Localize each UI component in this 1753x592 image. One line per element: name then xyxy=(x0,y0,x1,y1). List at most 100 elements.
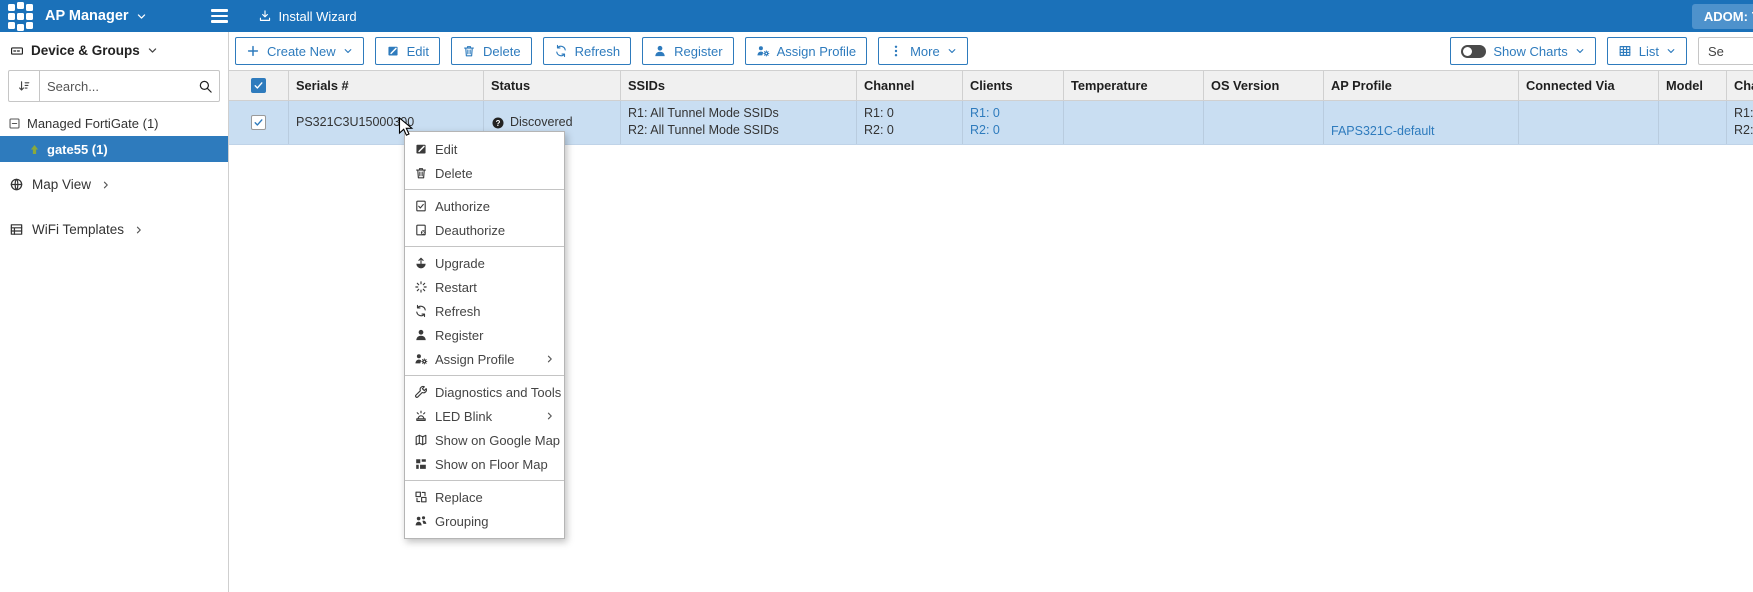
ap-profile-link[interactable]: FAPS321C-default xyxy=(1331,123,1435,140)
column-header-channel[interactable]: Channel xyxy=(857,71,963,100)
context-menu-item-edit[interactable]: Edit xyxy=(405,137,564,161)
fortinet-logo-icon xyxy=(8,4,33,29)
search-input[interactable] xyxy=(40,79,191,94)
column-header-ap-profile[interactable]: AP Profile xyxy=(1324,71,1519,100)
register-button[interactable]: Register xyxy=(642,37,733,65)
chevron-right-icon xyxy=(101,180,111,190)
floor-map-icon xyxy=(414,457,428,471)
context-menu-item-replace[interactable]: Replace xyxy=(405,485,564,509)
column-header-status[interactable]: Status xyxy=(484,71,621,100)
upgrade-icon xyxy=(414,256,428,270)
context-menu-item-restart[interactable]: Restart xyxy=(405,275,564,299)
cell-connected-via xyxy=(1519,101,1659,144)
chevron-down-icon xyxy=(947,46,957,56)
cell-ssids: R1: All Tunnel Mode SSIDs R2: All Tunnel… xyxy=(621,101,857,144)
sidebar-item-map-view[interactable]: Map View xyxy=(0,168,228,201)
device-groups-header[interactable]: Device & Groups xyxy=(0,32,228,65)
search-submit[interactable] xyxy=(191,79,219,94)
plus-icon xyxy=(246,44,260,58)
tree-group-label: Managed FortiGate (1) xyxy=(27,116,159,131)
context-menu-item-show-google-map[interactable]: Show on Google Map xyxy=(405,428,564,452)
sidebar-collapse-button[interactable] xyxy=(211,9,228,23)
edit-label: Edit xyxy=(407,44,429,59)
replace-swap-icon xyxy=(414,490,428,504)
context-menu-item-grouping[interactable]: Grouping xyxy=(405,509,564,533)
restart-spinner-icon xyxy=(414,280,428,294)
check-icon xyxy=(253,80,264,91)
column-header-clients[interactable]: Clients xyxy=(963,71,1064,100)
wifi-templates-label: WiFi Templates xyxy=(32,222,124,237)
column-header-connected-via[interactable]: Connected Via xyxy=(1519,71,1659,100)
app-title-menu[interactable]: AP Manager xyxy=(45,8,147,24)
refresh-icon xyxy=(414,304,428,318)
sort-button[interactable] xyxy=(9,71,40,101)
create-new-button[interactable]: Create New xyxy=(235,37,364,65)
context-menu-item-diagnostics[interactable]: Diagnostics and Tools xyxy=(405,380,564,404)
edit-button[interactable]: Edit xyxy=(375,37,440,65)
chevron-down-icon xyxy=(1575,46,1585,56)
mouse-cursor xyxy=(398,117,415,139)
sidebar-search xyxy=(8,70,220,102)
adom-badge[interactable]: ADOM: 70 xyxy=(1692,4,1753,29)
column-header-serials[interactable]: Serials # xyxy=(289,71,484,100)
column-header-temperature[interactable]: Temperature xyxy=(1064,71,1204,100)
tree-item-label: gate55 (1) xyxy=(47,142,108,157)
context-menu-item-delete[interactable]: Delete xyxy=(405,161,564,185)
table-grid-icon xyxy=(1618,44,1632,58)
row-checkbox[interactable] xyxy=(251,115,266,130)
clients-r2-link[interactable]: R2: 0 xyxy=(970,122,1056,139)
select-all-checkbox[interactable] xyxy=(251,78,266,93)
sidebar-item-wifi-templates[interactable]: WiFi Templates xyxy=(0,213,228,246)
device-icon xyxy=(10,44,24,58)
context-menu: Edit Delete Authorize Deauthorize Upgrad… xyxy=(404,131,565,539)
show-charts-button[interactable]: Show Charts xyxy=(1450,37,1595,65)
device-groups-label: Device & Groups xyxy=(31,43,140,58)
context-menu-item-deauthorize[interactable]: Deauthorize xyxy=(405,218,564,242)
wrench-icon xyxy=(414,385,428,399)
sidebar: Device & Groups Managed FortiGate (1) ga… xyxy=(0,32,229,592)
table-search-input[interactable]: Se xyxy=(1698,37,1753,65)
create-new-label: Create New xyxy=(267,44,336,59)
up-arrow-icon xyxy=(28,143,41,156)
person-icon xyxy=(653,44,667,58)
register-label: Register xyxy=(674,44,722,59)
context-menu-item-refresh[interactable]: Refresh xyxy=(405,299,564,323)
context-menu-item-authorize[interactable]: Authorize xyxy=(405,194,564,218)
install-wizard-label: Install Wizard xyxy=(279,9,357,24)
context-menu-item-led-blink[interactable]: LED Blink xyxy=(405,404,564,428)
app-title: AP Manager xyxy=(45,8,129,24)
column-header-os-version[interactable]: OS Version xyxy=(1204,71,1324,100)
delete-button[interactable]: Delete xyxy=(451,37,532,65)
tree-group-managed-fortigate[interactable]: Managed FortiGate (1) xyxy=(0,107,228,136)
show-charts-toggle[interactable] xyxy=(1461,45,1486,58)
assign-profile-button[interactable]: Assign Profile xyxy=(745,37,867,65)
chevron-down-icon xyxy=(343,46,353,56)
context-menu-item-register[interactable]: Register xyxy=(405,323,564,347)
edit-icon xyxy=(414,142,428,156)
install-wizard-button[interactable]: Install Wizard xyxy=(258,9,357,24)
column-header-model[interactable]: Model xyxy=(1659,71,1727,100)
assign-profile-label: Assign Profile xyxy=(777,44,856,59)
context-menu-item-upgrade[interactable]: Upgrade xyxy=(405,251,564,275)
context-menu-item-assign-profile[interactable]: Assign Profile xyxy=(405,347,564,371)
tree-item-gate55[interactable]: gate55 (1) xyxy=(0,136,228,162)
more-button[interactable]: More xyxy=(878,37,968,65)
context-menu-item-show-floor-map[interactable]: Show on Floor Map xyxy=(405,452,564,476)
chevron-down-icon xyxy=(1666,46,1676,56)
column-header-channel-utilization[interactable]: Cha xyxy=(1727,71,1753,100)
list-label: List xyxy=(1639,44,1659,59)
refresh-label: Refresh xyxy=(575,44,621,59)
clients-r1-link[interactable]: R1: 0 xyxy=(970,105,1056,122)
check-icon xyxy=(253,117,264,128)
list-view-button[interactable]: List xyxy=(1607,37,1687,65)
show-charts-label: Show Charts xyxy=(1493,44,1567,59)
document-x-icon xyxy=(414,223,428,237)
templates-list-icon xyxy=(9,222,24,237)
submenu-chevron-right-icon xyxy=(545,411,555,421)
column-header-ssids[interactable]: SSIDs xyxy=(621,71,857,100)
more-label: More xyxy=(910,44,940,59)
refresh-button[interactable]: Refresh xyxy=(543,37,632,65)
map-view-label: Map View xyxy=(32,177,91,192)
row-select-cell xyxy=(229,101,289,144)
trash-icon xyxy=(414,166,428,180)
